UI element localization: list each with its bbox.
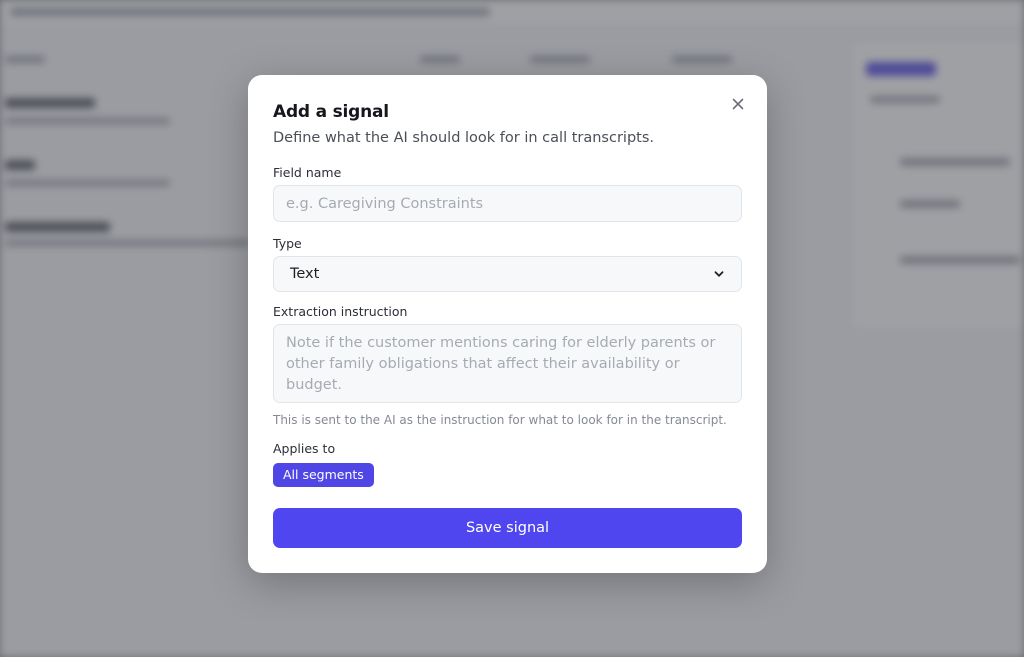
close-icon: [732, 98, 744, 110]
extraction-instruction-hint: This is sent to the AI as the instructio…: [273, 413, 727, 427]
dialog-title: Add a signal: [273, 102, 389, 122]
close-button[interactable]: [729, 95, 747, 113]
segment-chip-all[interactable]: All segments: [273, 463, 374, 487]
field-name-label: Field name: [273, 165, 342, 180]
add-signal-dialog: Add a signal Define what the AI should l…: [248, 75, 767, 573]
extraction-instruction-label: Extraction instruction: [273, 304, 408, 319]
save-signal-button[interactable]: Save signal: [273, 508, 742, 548]
dialog-subtitle: Define what the AI should look for in ca…: [273, 130, 654, 146]
extraction-instruction-textarea[interactable]: [273, 324, 742, 403]
field-name-input[interactable]: [273, 185, 742, 222]
chevron-down-icon: [714, 271, 724, 277]
type-select[interactable]: Text: [273, 256, 742, 292]
type-label: Type: [273, 236, 302, 251]
type-selected-value: Text: [290, 266, 320, 282]
applies-to-label: Applies to: [273, 441, 336, 456]
